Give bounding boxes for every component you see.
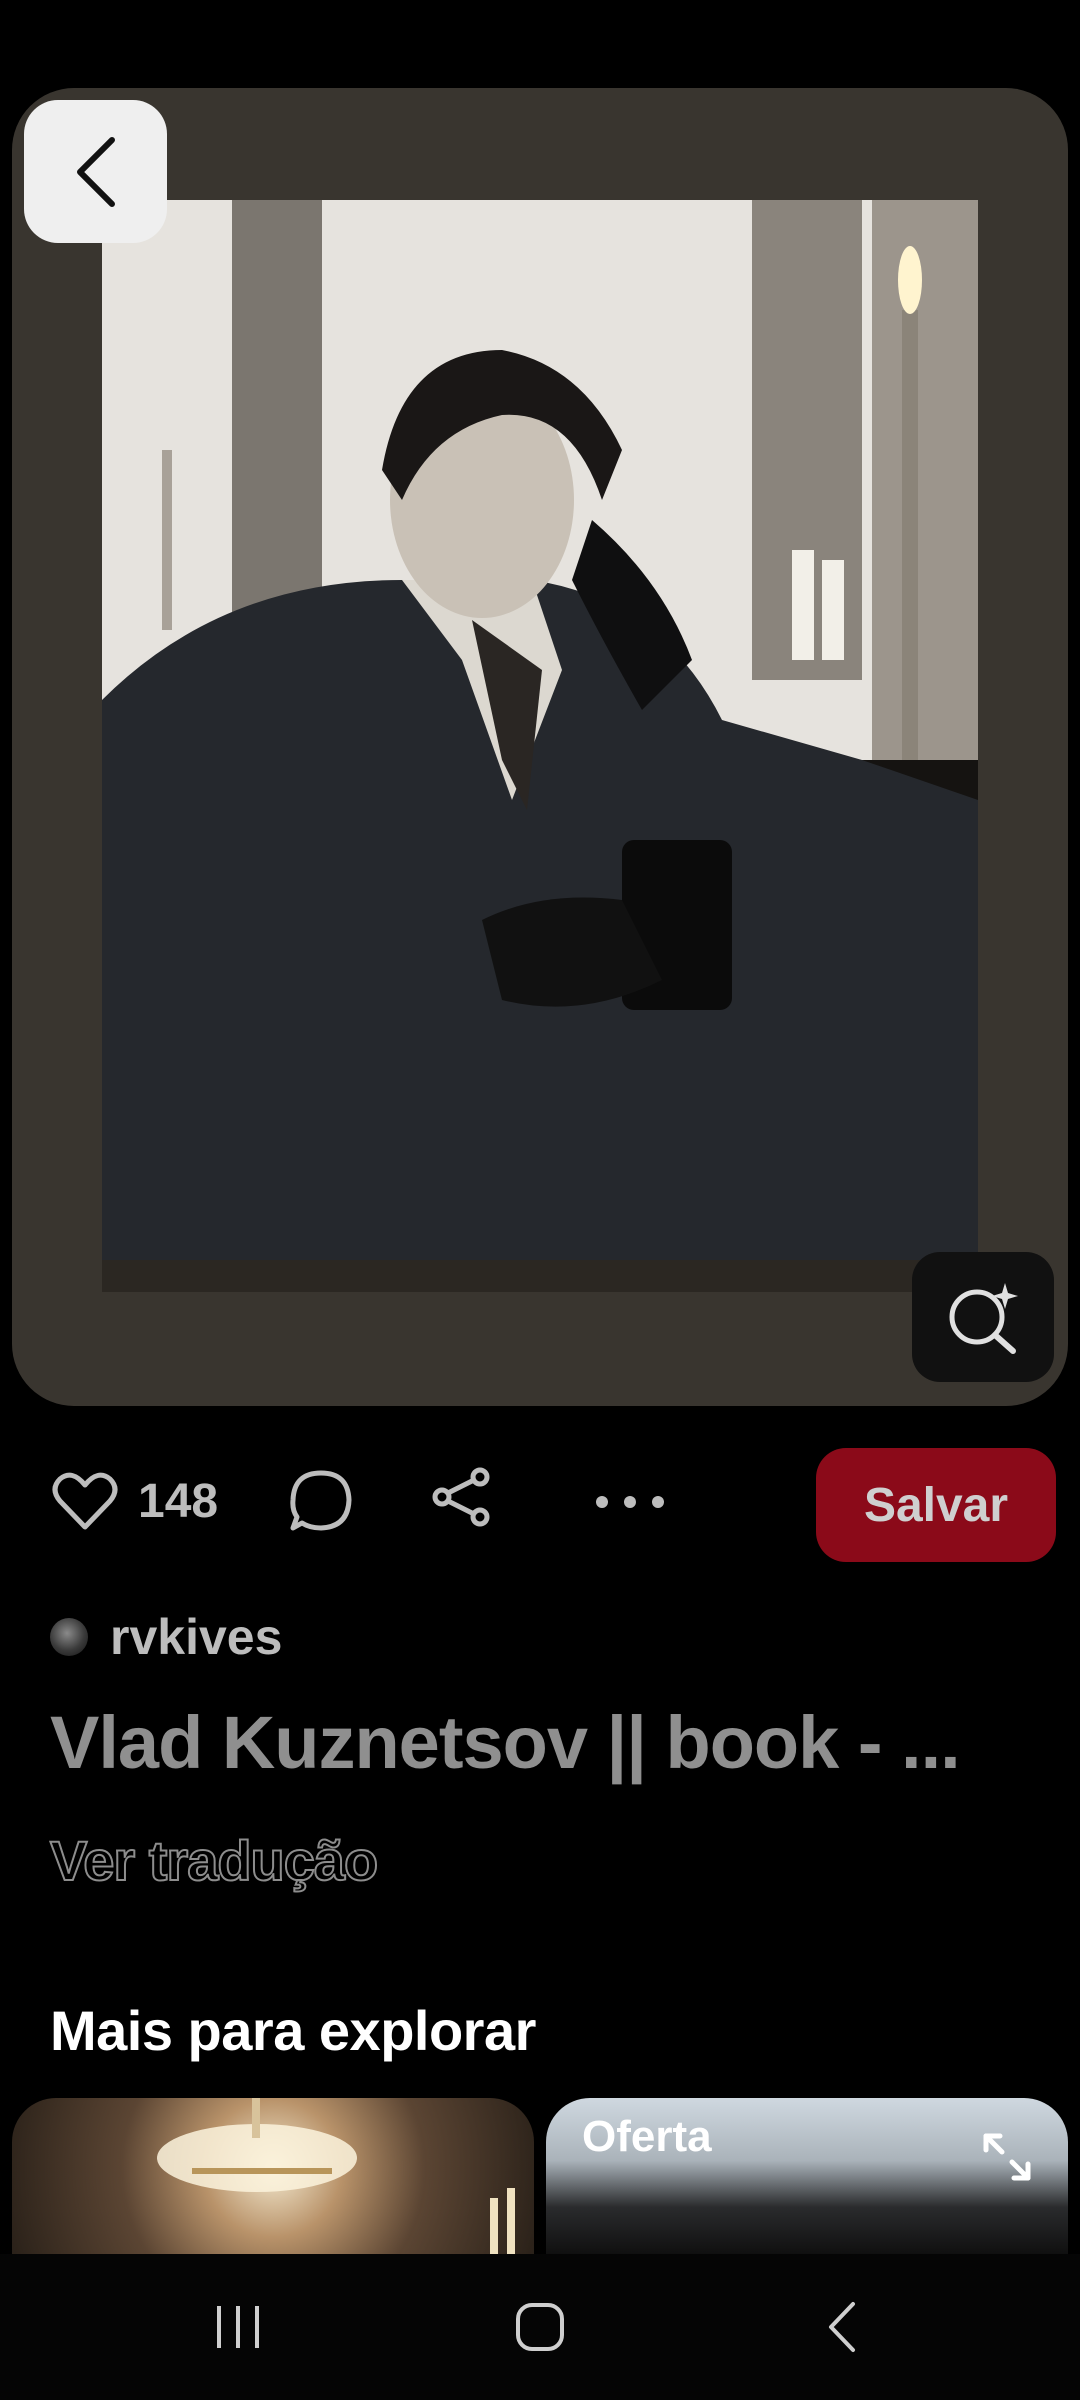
explore-card[interactable] <box>12 2098 534 2254</box>
pin-photo[interactable] <box>102 200 978 1292</box>
expand-icon[interactable] <box>982 2132 1032 2182</box>
save-button[interactable]: Salvar <box>816 1448 1056 1562</box>
pin-action-row: 148 Salvar <box>0 1440 1080 1562</box>
visual-search-button[interactable] <box>912 1252 1054 1382</box>
home-icon <box>516 2303 564 2351</box>
share-icon <box>432 1467 490 1527</box>
pin-author[interactable]: rvkives <box>50 1604 282 1670</box>
back-arrow-icon <box>76 136 115 207</box>
comment-icon <box>290 1470 352 1531</box>
visual-search-icon <box>949 1283 1018 1354</box>
pin-title: Vlad Kuznetsov || book - ... <box>50 1701 961 1784</box>
avatar <box>50 1618 88 1656</box>
explore-card[interactable]: Oferta <box>546 2098 1068 2254</box>
pin-photo-illustration <box>102 200 978 1292</box>
nav-back-icon <box>829 2302 855 2352</box>
home-button[interactable] <box>440 2254 640 2400</box>
more-options-button[interactable] <box>590 1482 670 1522</box>
system-back-button[interactable] <box>742 2254 942 2400</box>
back-button[interactable] <box>24 100 167 243</box>
recent-apps-button[interactable] <box>138 2254 338 2400</box>
author-name: rvkives <box>110 1609 283 1665</box>
comment-button[interactable] <box>284 1464 358 1538</box>
more-icon <box>596 1496 664 1508</box>
recent-apps-icon <box>217 2306 259 2348</box>
share-button[interactable] <box>428 1464 494 1530</box>
offer-badge: Oferta <box>582 2112 712 2161</box>
more-to-explore-heading: Mais para explorar <box>50 1999 536 2062</box>
see-translation-link[interactable]: Ver tradução <box>49 1828 379 1893</box>
chandelier-image <box>157 2098 515 2254</box>
system-navigation-bar <box>0 2254 1080 2400</box>
like-button[interactable] <box>48 1466 122 1536</box>
pin-image-card[interactable] <box>12 88 1068 1406</box>
like-count: 148 <box>138 1475 219 1528</box>
heart-icon <box>52 1472 118 1530</box>
